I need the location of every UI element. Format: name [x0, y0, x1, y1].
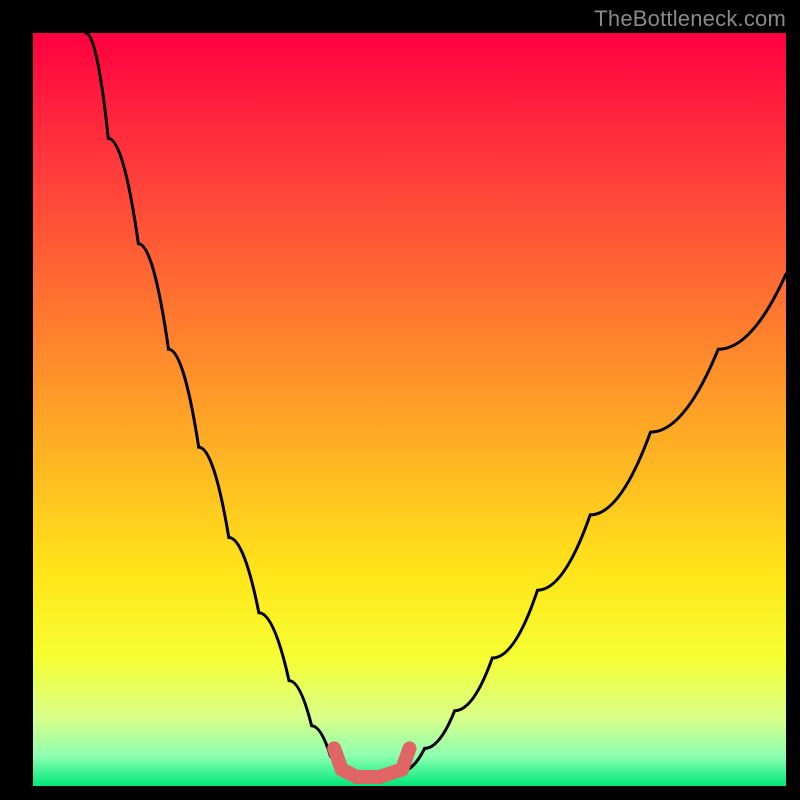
- optimal-range-marker: [334, 748, 409, 777]
- watermark-text: TheBottleneck.com: [594, 6, 786, 32]
- left-bottleneck-curve: [86, 33, 342, 771]
- curves: [33, 33, 786, 786]
- right-bottleneck-curve: [402, 274, 786, 771]
